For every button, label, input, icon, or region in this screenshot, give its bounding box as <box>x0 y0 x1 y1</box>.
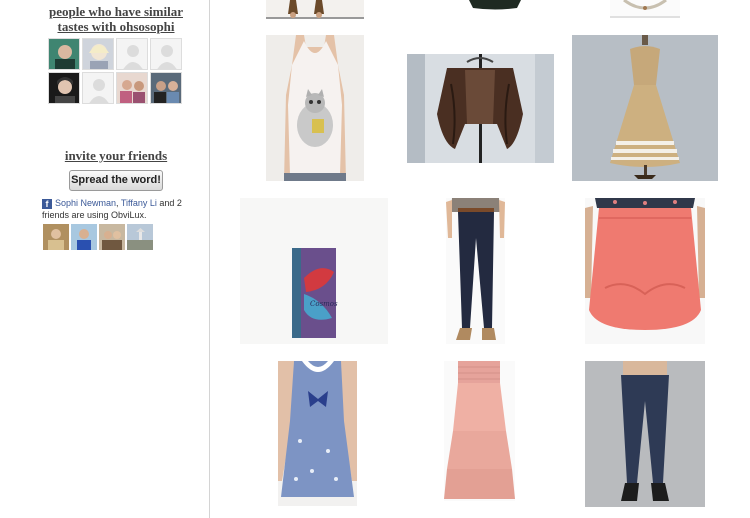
avatar-placeholder[interactable] <box>82 72 114 104</box>
friend-thumbnail[interactable] <box>71 224 97 250</box>
product-vintage-striped-dress[interactable] <box>572 35 718 181</box>
product-blue-floral-dress-with-bow[interactable] <box>278 361 357 506</box>
product-bracelet[interactable] <box>610 0 680 18</box>
product-book[interactable]: Cosmos <box>240 198 388 344</box>
friend-link-tiffany[interactable]: Tiffany Li <box>121 198 157 208</box>
product-sandals[interactable] <box>266 0 364 19</box>
avatar[interactable] <box>150 72 182 104</box>
product-cat-print-tank-top[interactable] <box>266 35 364 181</box>
product-dark-wash-jeans[interactable] <box>585 361 705 507</box>
similar-users-heading-line1[interactable]: people who have similar <box>0 4 232 19</box>
avatar[interactable] <box>116 72 148 104</box>
product-coral-skirt[interactable] <box>585 198 705 344</box>
sidebar: people who have similar tastes with ohso… <box>0 0 209 518</box>
svg-text:Cosmos: Cosmos <box>310 300 338 308</box>
sidebar-divider <box>209 0 210 518</box>
friend-link-sophi[interactable]: Sophi Newman <box>55 198 116 208</box>
similar-users-heading-line2[interactable]: tastes with ohsosophi <box>0 19 232 34</box>
avatar-placeholder[interactable] <box>116 38 148 70</box>
facebook-icon: f <box>42 199 52 209</box>
avatar[interactable] <box>48 38 80 70</box>
friend-thumbnail[interactable] <box>43 224 69 250</box>
invite-friends-heading[interactable]: invite your friends <box>0 148 232 163</box>
friend-thumbnail[interactable] <box>99 224 125 250</box>
avatar[interactable] <box>82 38 114 70</box>
avatar[interactable] <box>48 72 80 104</box>
product-dark-skinny-jeans[interactable] <box>446 198 505 344</box>
friend-thumbnail[interactable] <box>127 224 153 250</box>
avatar-placeholder[interactable] <box>150 38 182 70</box>
spread-the-word-button[interactable]: Spread the word! <box>69 170 163 191</box>
similar-users-heading[interactable]: people who have similar tastes with ohso… <box>0 4 232 34</box>
product-fur-stole[interactable] <box>407 54 554 163</box>
product-dark-handbag[interactable] <box>467 0 523 10</box>
facebook-friends-text: f Sophi Newman, Tiffany Li and 2 friends … <box>42 197 202 221</box>
product-peach-tiered-maxi-skirt[interactable] <box>444 361 515 501</box>
